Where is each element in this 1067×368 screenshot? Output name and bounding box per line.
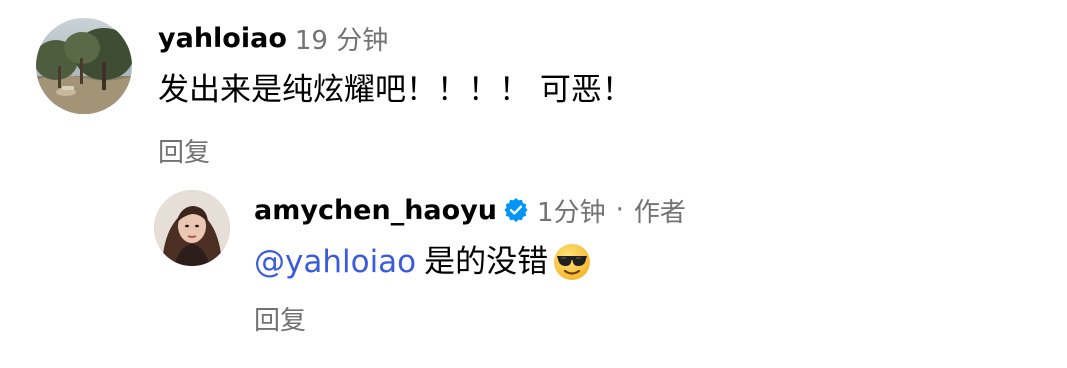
comment-body: amychen_haoyu 1分钟 · 作者 @yahloiao 是的没错 回复 bbox=[254, 190, 686, 337]
username[interactable]: yahloiao bbox=[158, 23, 287, 54]
author-badge: 作者 bbox=[633, 197, 686, 228]
comment-meta: yahloiao 19 分钟 bbox=[158, 18, 633, 58]
mention-link[interactable]: @yahloiao bbox=[254, 240, 416, 284]
avatar[interactable] bbox=[36, 18, 132, 114]
comment-meta: amychen_haoyu 1分钟 · 作者 bbox=[254, 190, 686, 230]
comment-text: 发出来是纯炫耀吧！！！！ 可恶！ bbox=[158, 68, 633, 112]
reply-comment-item: amychen_haoyu 1分钟 · 作者 @yahloiao 是的没错 回复 bbox=[154, 190, 686, 337]
smiling-face-with-sunglasses-icon bbox=[552, 242, 592, 282]
comment-item: yahloiao 19 分钟 发出来是纯炫耀吧！！！！ 可恶！ 回复 bbox=[36, 18, 633, 169]
timestamp: 19 分钟 bbox=[294, 25, 389, 56]
separator: · bbox=[615, 195, 624, 225]
comment-text-content: 是的没错 bbox=[424, 244, 549, 280]
comment-text: @yahloiao 是的没错 bbox=[254, 240, 686, 284]
timestamp: 1分钟 bbox=[537, 197, 606, 228]
verified-badge-icon bbox=[503, 197, 529, 223]
reply-button[interactable]: 回复 bbox=[158, 132, 210, 169]
avatar-photo bbox=[36, 18, 132, 114]
comment-body: yahloiao 19 分钟 发出来是纯炫耀吧！！！！ 可恶！ 回复 bbox=[158, 18, 633, 169]
reply-button[interactable]: 回复 bbox=[254, 300, 306, 337]
username[interactable]: amychen_haoyu bbox=[254, 195, 497, 226]
avatar-photo bbox=[154, 190, 230, 266]
comment-text-content: 发出来是纯炫耀吧！！！！ 可恶！ bbox=[158, 72, 633, 108]
avatar[interactable] bbox=[154, 190, 230, 266]
